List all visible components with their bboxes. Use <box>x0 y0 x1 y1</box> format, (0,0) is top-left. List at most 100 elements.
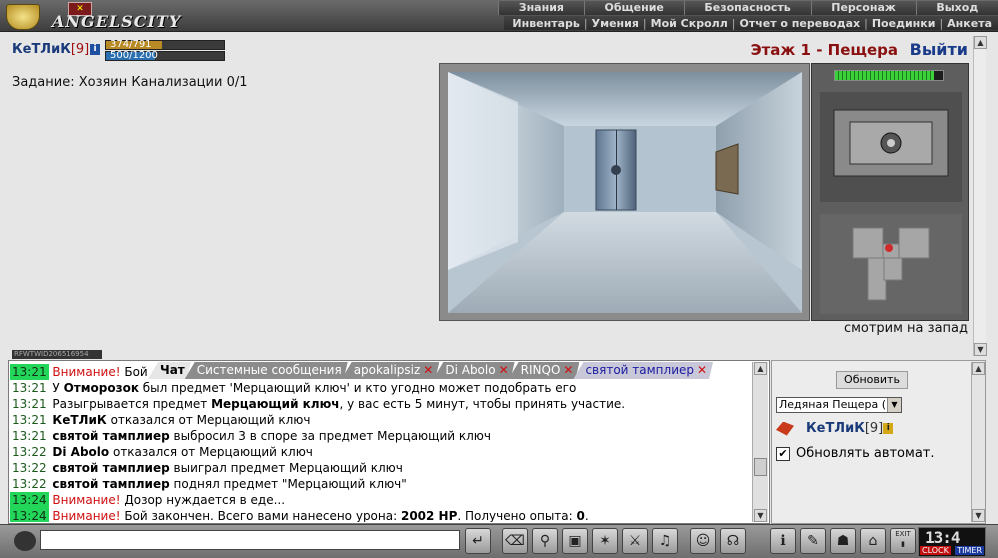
chat-nick[interactable]: Di Abolo <box>52 445 109 459</box>
chat-nick[interactable]: святой тамплиер <box>52 461 169 475</box>
menu-exit[interactable]: Выход <box>915 1 998 15</box>
submenu-duels[interactable]: Поединки <box>872 17 936 30</box>
sub-menu: Инвентарь | Умения | Мой Скролл | Отчет о п… <box>504 16 998 30</box>
chat-text: . <box>584 509 589 522</box>
compass-ornament <box>820 92 962 202</box>
chat-nick[interactable]: святой тамплиер <box>52 477 169 491</box>
filter-icon[interactable]: ⚲ <box>532 528 558 554</box>
music-icon[interactable]: ♫ <box>652 528 678 554</box>
scroll-thumb[interactable] <box>754 458 767 476</box>
submenu-my-scroll[interactable]: Мой Скролл <box>651 17 728 30</box>
minimap[interactable] <box>820 214 962 314</box>
speak-icon[interactable] <box>14 531 36 551</box>
timer-label[interactable]: TIMER <box>955 546 984 555</box>
menu-security[interactable]: Безопасность <box>683 1 811 15</box>
chat-text: У <box>52 381 64 395</box>
chat-timestamp[interactable]: 13:24 <box>10 508 49 522</box>
player-status: КеТЛиК[9] i 374/791 500/1200 <box>12 39 242 62</box>
game-view-frame <box>439 63 810 321</box>
chat-timestamp[interactable]: 13:22 <box>10 476 49 492</box>
voice-icon[interactable]: ☊ <box>720 528 746 554</box>
main-scrollbar[interactable]: ▲ ▼ <box>973 36 987 356</box>
chat-nick[interactable]: 2002 HP <box>401 509 457 522</box>
chat-text: поднял предмет "Мерцающий ключ" <box>169 477 407 491</box>
chat-text: выбросил 3 в споре за предмет Мерцающий … <box>169 429 491 443</box>
menu-knowledge[interactable]: Знания <box>498 1 584 15</box>
chat-timestamp[interactable]: 13:22 <box>10 444 49 460</box>
chat-nick[interactable]: святой тамплиер <box>52 429 169 443</box>
health-gauge-fill <box>835 71 935 80</box>
chat-timestamp[interactable]: 13:22 <box>10 460 49 476</box>
online-user[interactable]: КеТЛиК[9] i <box>776 421 894 436</box>
sword-icon[interactable]: ⚔ <box>622 528 648 554</box>
submenu-profile[interactable]: Анкета <box>947 17 992 30</box>
refresh-button[interactable]: Обновить <box>836 371 908 389</box>
scroll-down-icon[interactable]: ▼ <box>972 509 985 522</box>
dungeon-view[interactable] <box>448 72 802 313</box>
clock-label[interactable]: CLOCK <box>920 546 951 555</box>
menu-communication[interactable]: Общение <box>583 1 684 15</box>
online-user-name[interactable]: КеТЛиК <box>806 421 865 436</box>
chat-line: 13:22 святой тамплиер поднял предмет "Ме… <box>10 476 750 492</box>
chat-timestamp[interactable]: 13:21 <box>10 364 49 380</box>
game-window: ✕ ANGELSCITY Знания Общение Безопасность… <box>0 0 998 558</box>
side-panel <box>811 63 969 321</box>
autorefresh-option[interactable]: ✔ Обновлять автомат. <box>776 446 935 461</box>
map-icon[interactable]: ✎ <box>800 528 826 554</box>
submenu-transfer-report[interactable]: Отчет о переводах <box>739 17 860 30</box>
chat-text: Бой <box>120 365 148 379</box>
chat-text: выиграл предмет Мерцающий ключ <box>169 461 403 475</box>
main-menu: Знания Общение Безопасность Персонаж Вых… <box>498 1 998 15</box>
info-icon[interactable]: i <box>883 423 894 434</box>
bottom-toolbar: ↵ ⌫ ⚲ ▣ ✶ ⚔ ♫ ☺ ☊ ℹ ✎ ☗ ⌂ EXIT ▮ 13:4 CLO… <box>0 524 998 558</box>
chat-line: 13:24 Внимание! Бой закончен. Всего вами… <box>10 508 750 522</box>
submenu-skills[interactable]: Умения <box>592 17 639 30</box>
shield-icon <box>6 4 40 30</box>
mana-bar: 500/1200 <box>105 50 225 61</box>
scroll-down-icon[interactable]: ▼ <box>974 343 987 356</box>
chat-input[interactable] <box>40 530 460 550</box>
submenu-inventory[interactable]: Инвентарь <box>512 17 579 30</box>
eraser-icon[interactable]: ⌫ <box>502 528 528 554</box>
chat-line: 13:21 Разыгрывается предмет Мерцающий кл… <box>10 396 750 412</box>
lock-icon[interactable]: ⌂ <box>860 528 886 554</box>
autorefresh-label: Обновлять автомат. <box>796 446 935 461</box>
chevron-down-icon[interactable]: ▼ <box>887 398 901 412</box>
top-bar: ✕ ANGELSCITY Знания Общение Безопасность… <box>0 0 998 32</box>
party-icon[interactable]: ☗ <box>830 528 856 554</box>
menu-character[interactable]: Персонаж <box>810 1 916 15</box>
scroll-up-icon[interactable]: ▲ <box>754 362 767 375</box>
autorefresh-checkbox[interactable]: ✔ <box>776 446 790 461</box>
scroll-up-icon[interactable]: ▲ <box>974 36 987 49</box>
chat-timestamp[interactable]: 13:24 <box>10 492 49 508</box>
hp-bar: 374/791 <box>105 39 225 50</box>
scroll-down-icon[interactable]: ▼ <box>754 509 767 522</box>
chat-nick[interactable]: Мерцающий ключ <box>211 397 339 411</box>
exit-link[interactable]: Выйти <box>910 40 968 59</box>
chat-scrollbar[interactable]: ▲ ▼ <box>752 362 768 522</box>
room-select[interactable]: Ледяная Пещера (1) ▼ <box>776 397 902 413</box>
smiley-icon[interactable]: ☺ <box>690 528 716 554</box>
scroll-up-icon[interactable]: ▲ <box>972 362 985 375</box>
save-icon[interactable]: ▣ <box>562 528 588 554</box>
exit-icon[interactable]: EXIT ▮ <box>890 528 916 554</box>
chat-log: 13:21 Внимание! Бой 13:21 У Отморозок был… <box>10 364 750 522</box>
chat-timestamp[interactable]: 13:21 <box>10 380 49 396</box>
info-icon[interactable]: i <box>90 44 100 55</box>
fighter-icon[interactable]: ✶ <box>592 528 618 554</box>
chat-timestamp[interactable]: 13:21 <box>10 396 49 412</box>
send-icon[interactable]: ↵ <box>465 528 491 554</box>
mana-text: 500/1200 <box>110 50 158 61</box>
player-name[interactable]: КеТЛиК[9] <box>12 42 89 57</box>
chat-warning: Внимание! <box>52 493 121 507</box>
chat-timestamp[interactable]: 13:21 <box>10 412 49 428</box>
chat-text: . Получено опыта: <box>457 509 577 522</box>
online-scrollbar[interactable]: ▲ ▼ <box>971 362 985 522</box>
attack-icon[interactable] <box>776 421 794 436</box>
chat-nick[interactable]: КеТЛиК <box>52 413 106 427</box>
info-icon[interactable]: ℹ <box>770 528 796 554</box>
chat-line: 13:21 У Отморозок был предмет 'Мерцающий… <box>10 380 750 396</box>
chat-line: 13:24 Внимание! Дозор нуждается в еде... <box>10 492 750 508</box>
chat-nick[interactable]: Отморозок <box>64 381 139 395</box>
chat-timestamp[interactable]: 13:21 <box>10 428 49 444</box>
